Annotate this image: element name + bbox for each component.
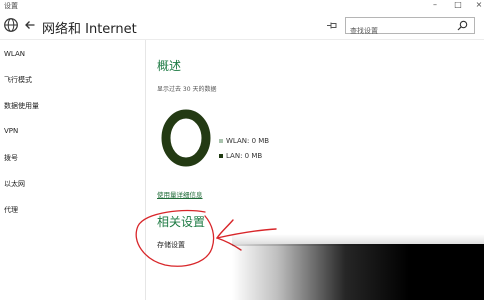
- sidebar-item-proxy[interactable]: 代理: [4, 205, 18, 215]
- minimize-button[interactable]: –: [426, 0, 444, 9]
- sidebar-item-airplane-mode[interactable]: 飞行模式: [4, 75, 32, 85]
- globe-icon: [4, 18, 18, 32]
- overview-subtitle: 显示过去 30 天的数据: [157, 86, 217, 93]
- pin-icon[interactable]: [326, 21, 338, 30]
- search-box[interactable]: [345, 17, 475, 39]
- close-button[interactable]: ×: [470, 0, 484, 9]
- overview-title: 概述: [157, 59, 182, 73]
- sidebar-item-ethernet[interactable]: 以太网: [4, 179, 25, 189]
- legend-swatch-lan: [219, 154, 223, 158]
- usage-details-link[interactable]: 使用量详细信息: [157, 189, 203, 199]
- maximize-button[interactable]: □: [449, 0, 467, 9]
- header-divider: [0, 39, 484, 40]
- search-input[interactable]: [346, 23, 474, 39]
- sidebar-item-wlan[interactable]: WLAN: [4, 50, 25, 58]
- sidebar-item-vpn[interactable]: VPN: [4, 127, 18, 135]
- legend-wlan: WLAN: 0 MB: [219, 137, 269, 145]
- data-usage-donut: [161, 109, 211, 167]
- window-title: 设置: [4, 2, 18, 10]
- legend-label-wlan: WLAN: 0 MB: [226, 137, 270, 145]
- legend-label-lan: LAN: 0 MB: [226, 152, 263, 160]
- legend-swatch-wlan: [219, 139, 223, 143]
- search-icon[interactable]: [457, 20, 468, 31]
- legend-lan: LAN: 0 MB: [219, 152, 262, 160]
- dark-overlay: [232, 244, 484, 300]
- page-title: 网络和 Internet: [42, 22, 137, 37]
- back-arrow-icon[interactable]: [24, 19, 36, 31]
- sidebar-item-data-usage[interactable]: 数据使用量: [4, 101, 39, 111]
- sidebar-item-dial-up[interactable]: 拨号: [4, 153, 18, 163]
